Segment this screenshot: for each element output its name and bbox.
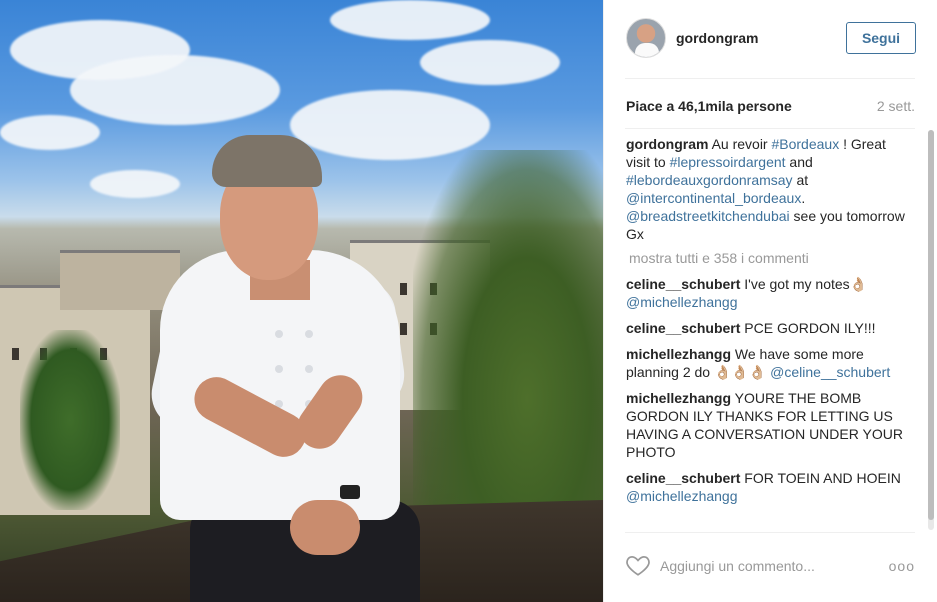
comment: celine__schubert FOR TOEIN AND HOEIN @mi… <box>626 469 911 505</box>
comment-username[interactable]: celine__schubert <box>626 276 740 292</box>
comment-text: PCE GORDON ILY!!! <box>740 320 876 336</box>
hands <box>290 500 360 555</box>
username[interactable]: gordongram <box>676 30 758 46</box>
post-time[interactable]: 2 sett. <box>877 98 915 114</box>
hashtag-link[interactable]: #lepressoirdargent <box>670 154 786 170</box>
post-header: gordongram Segui <box>626 18 916 60</box>
comment-username[interactable]: michellezhangg <box>626 390 731 406</box>
comment-username[interactable]: celine__schubert <box>626 320 740 336</box>
comment-text: I've got my notes👌🏼 <box>740 276 868 292</box>
divider <box>625 128 915 129</box>
add-comment-input[interactable] <box>660 554 880 578</box>
post-photo[interactable] <box>0 0 603 602</box>
more-options-icon[interactable]: ooo <box>889 558 915 574</box>
divider <box>625 78 915 79</box>
avatar[interactable] <box>626 18 666 58</box>
trees <box>20 330 120 510</box>
comment-username[interactable]: michellezhangg <box>626 346 731 362</box>
watch <box>340 485 360 499</box>
mention-link[interactable]: @intercontinental_bordeaux <box>626 190 801 206</box>
caption: gordongram Au revoir #Bordeaux ! Great v… <box>626 136 905 242</box>
view-all-comments-link[interactable]: mostra tutti e 358 i commenti <box>629 249 911 267</box>
comments-scrollbar[interactable] <box>928 130 934 530</box>
comments-list: gordongram Au revoir #Bordeaux ! Great v… <box>626 135 911 530</box>
person <box>145 130 420 602</box>
cloud <box>70 55 280 125</box>
cloud <box>0 115 100 150</box>
hair <box>212 135 322 187</box>
comment-username[interactable]: gordongram <box>626 136 708 152</box>
mention-link[interactable]: @breadstreetkitchendubai <box>626 208 790 224</box>
mention-link[interactable]: @michellezhangg <box>626 294 738 310</box>
comment: michellezhangg YOURE THE BOMB GORDON ILY… <box>626 389 911 461</box>
cloud <box>420 40 560 85</box>
comment-footer: ooo <box>625 550 915 582</box>
comment: celine__schubert I've got my notes👌🏼 @mi… <box>626 275 911 311</box>
mention-link[interactable]: @celine__schubert <box>770 364 890 380</box>
comment-username[interactable]: celine__schubert <box>626 470 740 486</box>
cloud <box>330 0 490 40</box>
mention-link[interactable]: @michellezhangg <box>626 488 738 504</box>
hashtag-link[interactable]: #lebordeauxgordonramsay <box>626 172 793 188</box>
scrollbar-thumb[interactable] <box>928 130 934 520</box>
hashtag-link[interactable]: #Bordeaux <box>771 136 839 152</box>
divider <box>625 532 915 533</box>
comment-text: FOR TOEIN AND HOEIN <box>740 470 901 486</box>
heart-icon[interactable] <box>625 552 651 578</box>
comment: michellezhangg We have some more plannin… <box>626 345 911 381</box>
comment: celine__schubert PCE GORDON ILY!!! <box>626 319 911 337</box>
follow-button[interactable]: Segui <box>846 22 916 54</box>
likes-count[interactable]: Piace a 46,1mila persone <box>626 98 792 114</box>
